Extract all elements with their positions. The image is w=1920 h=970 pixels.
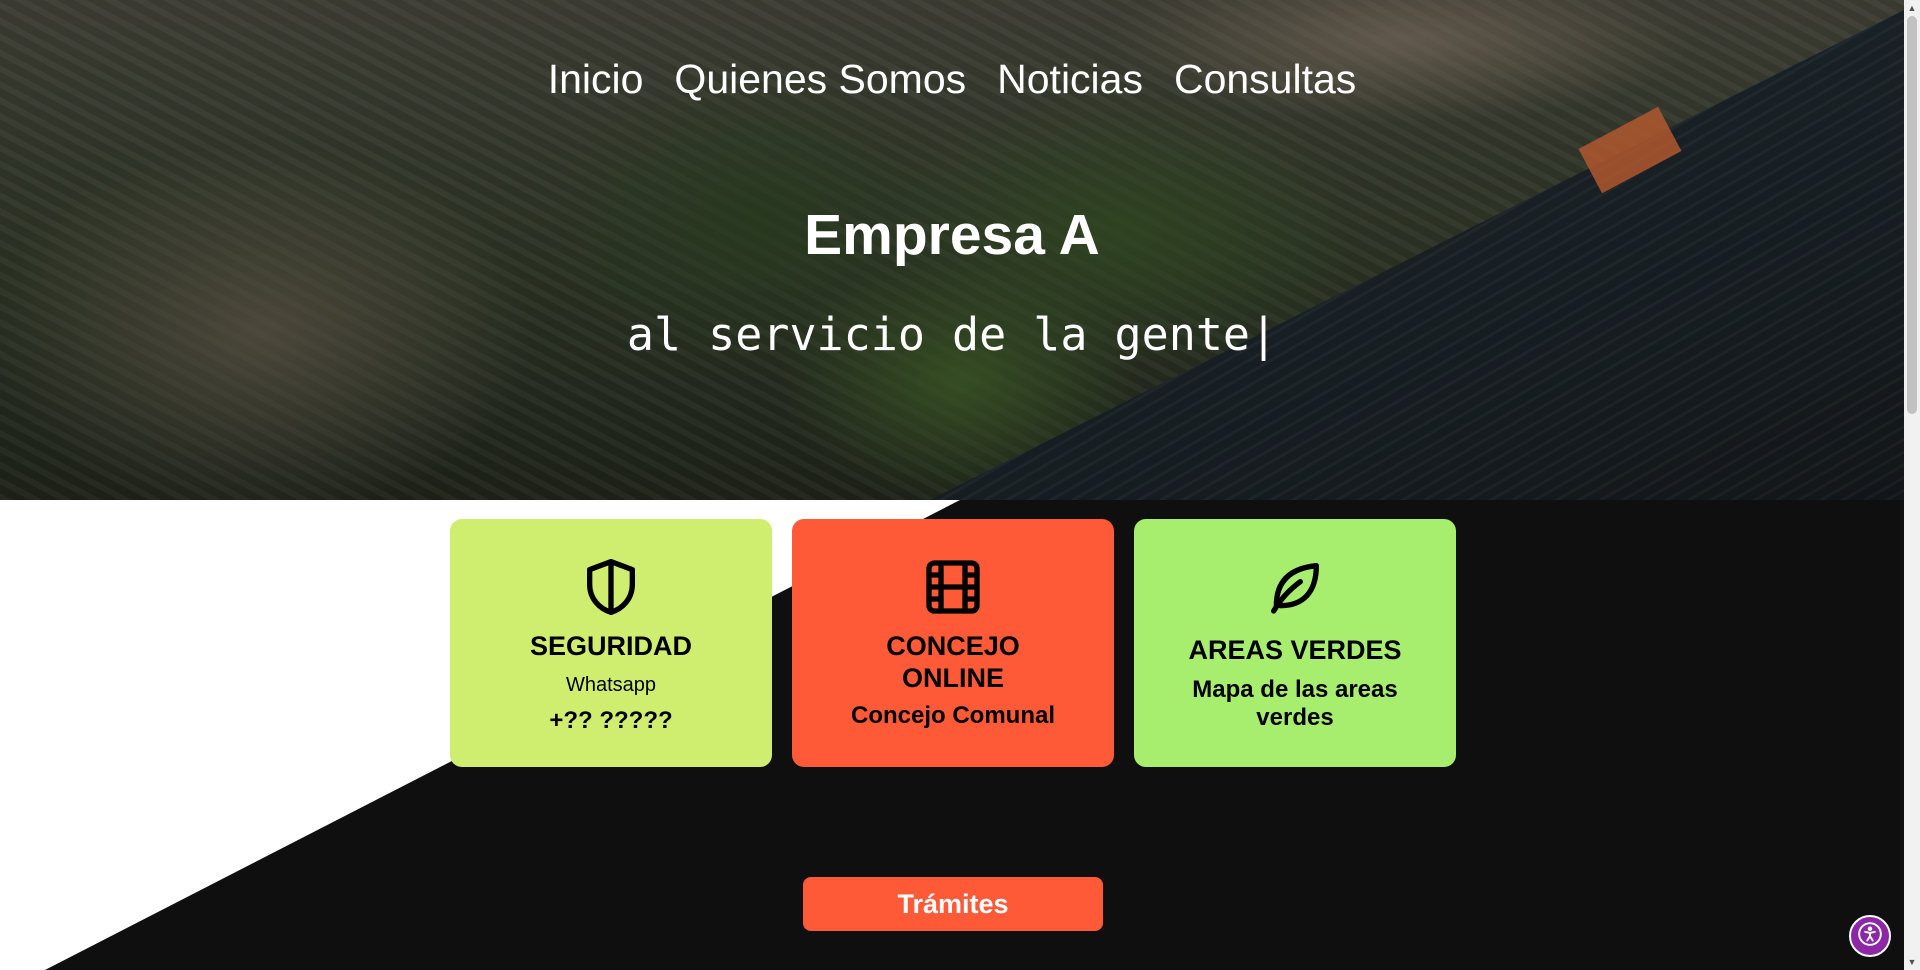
service-cards: SEGURIDAD Whatsapp +?? ????? CONCEJO ONL… bbox=[450, 519, 1456, 767]
shield-icon bbox=[579, 555, 643, 624]
card-phone: +?? ????? bbox=[549, 707, 673, 734]
page-scrollbar[interactable]: ▲ ▼ bbox=[1904, 0, 1920, 970]
card-areas-verdes[interactable]: AREAS VERDES Mapa de las areas verdes bbox=[1134, 519, 1456, 767]
accessibility-button[interactable] bbox=[1849, 915, 1891, 957]
scroll-down-arrow-icon[interactable]: ▼ bbox=[1904, 954, 1920, 970]
card-title: AREAS VERDES bbox=[1188, 635, 1402, 665]
leaf-icon bbox=[1263, 555, 1327, 624]
card-concejo-online[interactable]: CONCEJO ONLINE Concejo Comunal bbox=[792, 519, 1114, 767]
card-title: CONCEJO ONLINE bbox=[886, 631, 1020, 693]
nav-item-consultas[interactable]: Consultas bbox=[1174, 56, 1356, 103]
card-info: Concejo Comunal bbox=[850, 702, 1055, 729]
card-info: Mapa de las areas verdes bbox=[1192, 676, 1398, 731]
hero-tagline: al servicio de la gente| bbox=[626, 308, 1278, 361]
card-seguridad[interactable]: SEGURIDAD Whatsapp +?? ????? bbox=[450, 519, 772, 767]
nav-item-noticias[interactable]: Noticias bbox=[997, 56, 1143, 103]
accessibility-icon bbox=[1857, 921, 1883, 952]
scrollbar-thumb[interactable] bbox=[1907, 16, 1917, 414]
card-subtitle: Whatsapp bbox=[565, 674, 657, 696]
film-icon bbox=[921, 555, 985, 624]
nav-item-quienes-somos[interactable]: Quienes Somos bbox=[674, 56, 966, 103]
nav-item-inicio[interactable]: Inicio bbox=[548, 56, 644, 103]
hero-title: Empresa A bbox=[804, 203, 1100, 267]
scroll-up-arrow-icon[interactable]: ▲ bbox=[1904, 0, 1920, 16]
card-title: SEGURIDAD bbox=[529, 631, 692, 661]
tramites-button[interactable]: Trámites bbox=[803, 877, 1103, 931]
main-nav: Inicio Quienes Somos Noticias Consultas bbox=[0, 56, 1904, 103]
